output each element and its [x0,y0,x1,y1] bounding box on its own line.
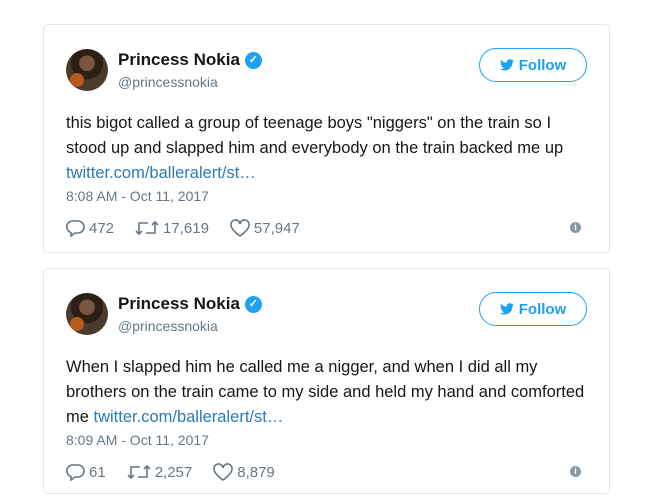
twitter-bird-icon [499,59,514,71]
tweet-actions: 472 17,619 57,947 [66,219,320,237]
avatar[interactable] [66,293,108,335]
tweet-body: this bigot called a group of teenage boy… [66,114,564,157]
reply-icon [66,464,85,481]
follow-label: Follow [518,300,567,318]
retweet-button[interactable]: 17,619 [134,219,209,237]
tweet-timestamp[interactable]: 8:09 AM - Oct 11, 2017 [66,432,209,448]
follow-button[interactable]: Follow [479,48,587,82]
author-handle[interactable]: @princessnokia [118,74,218,90]
retweet-icon [127,464,151,480]
reply-icon [66,220,85,237]
reply-button[interactable]: 472 [66,219,114,237]
info-icon[interactable]: i [570,466,581,477]
author-name[interactable]: Princess Nokia [118,50,240,70]
retweet-count: 2,257 [154,463,193,481]
reply-button[interactable]: 61 [66,463,106,481]
heart-icon [213,463,234,481]
twitter-bird-icon [499,303,514,315]
retweet-icon [135,220,159,236]
tweet-card[interactable]: Princess Nokia ✓ @princessnokia Follow W… [43,268,610,494]
author-handle[interactable]: @princessnokia [118,318,218,334]
reply-count: 472 [89,219,115,237]
tweet-card[interactable]: Princess Nokia ✓ @princessnokia Follow t… [43,24,610,253]
verified-badge-icon: ✓ [244,295,262,313]
author-name-row[interactable]: Princess Nokia ✓ [118,294,262,314]
like-button[interactable]: 8,879 [212,463,275,481]
tweet-actions: 61 2,257 8,879 [66,463,295,481]
info-icon[interactable]: i [570,222,581,233]
retweet-count: 17,619 [163,219,209,237]
heart-icon [230,219,250,237]
retweet-button[interactable]: 2,257 [126,463,193,481]
tweet-text: When I slapped him he called me a nigger… [66,355,591,430]
author-name-row[interactable]: Princess Nokia ✓ [118,50,262,70]
follow-button[interactable]: Follow [479,292,587,326]
author-name[interactable]: Princess Nokia [118,294,240,314]
basketball-icon [70,73,84,87]
like-button[interactable]: 57,947 [229,219,300,237]
like-count: 8,879 [237,463,275,481]
verified-badge-icon: ✓ [244,51,262,69]
follow-label: Follow [518,56,567,74]
like-count: 57,947 [253,219,300,237]
tweet-link[interactable]: twitter.com/balleralert/st… [66,164,256,182]
tweet-link[interactable]: twitter.com/balleralert/st… [94,408,284,426]
reply-count: 61 [89,463,106,481]
avatar[interactable] [66,49,108,91]
basketball-icon [70,317,84,331]
tweet-timestamp[interactable]: 8:08 AM - Oct 11, 2017 [66,188,209,204]
tweet-text: this bigot called a group of teenage boy… [66,111,591,186]
